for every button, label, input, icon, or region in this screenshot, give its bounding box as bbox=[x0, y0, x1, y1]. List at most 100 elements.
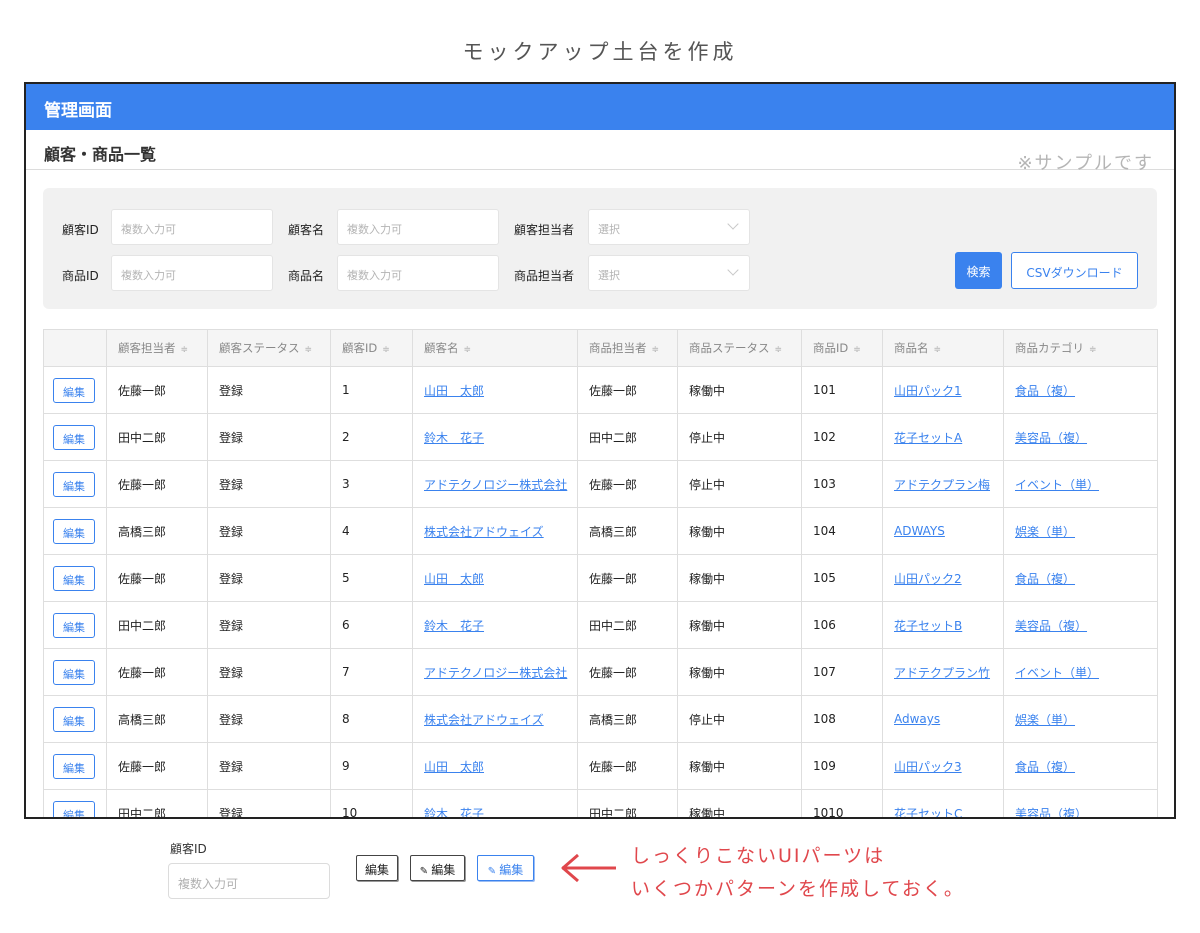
table-cell[interactable]: 山田 太郎 bbox=[412, 742, 578, 790]
cell-link[interactable]: 山田パック1 bbox=[894, 384, 962, 398]
sort-icon[interactable]: ≑ bbox=[652, 345, 660, 355]
cell-link[interactable]: 鈴木 花子 bbox=[424, 807, 484, 818]
table-cell[interactable]: 花子セットC bbox=[882, 789, 1004, 818]
customer-owner-select[interactable]: 選択 bbox=[588, 209, 750, 245]
table-cell[interactable]: 花子セットA bbox=[882, 413, 1004, 461]
column-header[interactable]: 顧客ステータス ≑ bbox=[207, 329, 331, 367]
table-cell[interactable]: 山田パック2 bbox=[882, 554, 1004, 602]
table-cell[interactable]: 山田パック1 bbox=[882, 366, 1004, 414]
sort-icon[interactable]: ≑ bbox=[853, 345, 861, 355]
table-cell[interactable]: イベント（単） bbox=[1003, 460, 1158, 508]
cell-link[interactable]: 山田パック3 bbox=[894, 760, 962, 774]
table-cell[interactable]: イベント（単） bbox=[1003, 648, 1158, 696]
cell-link[interactable]: 鈴木 花子 bbox=[424, 431, 484, 445]
column-header[interactable]: 商品カテゴリ ≑ bbox=[1003, 329, 1158, 367]
column-header[interactable]: 顧客ID ≑ bbox=[330, 329, 413, 367]
edit-button[interactable]: 編集 bbox=[53, 518, 95, 544]
cell-link[interactable]: アドテクプラン梅 bbox=[894, 478, 990, 492]
cell-link[interactable]: アドテクノロジー株式会社 bbox=[424, 666, 567, 680]
column-header[interactable]: 商品担当者 ≑ bbox=[577, 329, 678, 367]
cell-link[interactable]: 美容品（複） bbox=[1015, 619, 1087, 633]
cell-link[interactable]: アドテクノロジー株式会社 bbox=[424, 478, 567, 492]
cell-link[interactable]: 食品（複） bbox=[1015, 384, 1075, 398]
table-cell[interactable]: 山田 太郎 bbox=[412, 554, 578, 602]
edit-button[interactable]: 編集 bbox=[53, 753, 95, 779]
table-cell[interactable]: 食品（複） bbox=[1003, 554, 1158, 602]
customer-id-input[interactable]: 複数入力可 bbox=[111, 209, 273, 245]
sort-icon[interactable]: ≑ bbox=[775, 345, 783, 355]
product-id-input[interactable]: 複数入力可 bbox=[111, 255, 273, 291]
table-cell[interactable]: Adways bbox=[882, 695, 1004, 743]
product-owner-select[interactable]: 選択 bbox=[588, 255, 750, 291]
table-cell[interactable]: 鈴木 花子 bbox=[412, 601, 578, 649]
cell-link[interactable]: 美容品（複） bbox=[1015, 431, 1087, 445]
cell-link[interactable]: 食品（複） bbox=[1015, 572, 1075, 586]
column-header[interactable]: 顧客名 ≑ bbox=[412, 329, 578, 367]
cell-link[interactable]: 株式会社アドウェイズ bbox=[424, 713, 544, 727]
product-name-input[interactable]: 複数入力可 bbox=[337, 255, 499, 291]
sort-icon[interactable]: ≑ bbox=[934, 345, 942, 355]
edit-button[interactable]: 編集 bbox=[53, 659, 95, 685]
edit-button[interactable]: 編集 bbox=[53, 706, 95, 732]
cell-link[interactable]: アドテクプラン竹 bbox=[894, 666, 990, 680]
table-cell[interactable]: 食品（複） bbox=[1003, 366, 1158, 414]
table-cell[interactable]: アドテクプラン梅 bbox=[882, 460, 1004, 508]
sort-icon[interactable]: ≑ bbox=[464, 345, 472, 355]
sort-icon[interactable]: ≑ bbox=[181, 345, 189, 355]
edit-button[interactable]: 編集 bbox=[53, 612, 95, 638]
cell-link[interactable]: 食品（複） bbox=[1015, 760, 1075, 774]
table-cell[interactable]: 娯楽（単） bbox=[1003, 507, 1158, 555]
cell-link[interactable]: イベント（単） bbox=[1015, 478, 1099, 492]
cell-link[interactable]: イベント（単） bbox=[1015, 666, 1099, 680]
edit-button[interactable]: 編集 bbox=[53, 471, 95, 497]
cell-link[interactable]: 花子セットC bbox=[894, 807, 962, 818]
table-cell[interactable]: 食品（複） bbox=[1003, 742, 1158, 790]
sort-icon[interactable]: ≑ bbox=[305, 345, 313, 355]
cell-link[interactable]: ADWAYS bbox=[894, 524, 945, 538]
edit-button[interactable]: 編集 bbox=[53, 800, 95, 817]
customer-name-input[interactable]: 複数入力可 bbox=[337, 209, 499, 245]
table-cell[interactable]: 山田パック3 bbox=[882, 742, 1004, 790]
table-cell[interactable]: アドテクノロジー株式会社 bbox=[412, 648, 578, 696]
column-header[interactable]: 顧客担当者 ≑ bbox=[106, 329, 208, 367]
cell-link[interactable]: 花子セットB bbox=[894, 619, 962, 633]
cell-link[interactable]: 山田 太郎 bbox=[424, 384, 484, 398]
column-header[interactable]: 商品ID ≑ bbox=[801, 329, 883, 367]
cell-link[interactable]: 山田パック2 bbox=[894, 572, 962, 586]
table-cell[interactable]: 美容品（複） bbox=[1003, 789, 1158, 818]
table-cell[interactable]: 株式会社アドウェイズ bbox=[412, 507, 578, 555]
cell-link[interactable]: 娯楽（単） bbox=[1015, 713, 1075, 727]
cell-link[interactable]: Adways bbox=[894, 712, 940, 726]
table-cell[interactable]: 美容品（複） bbox=[1003, 601, 1158, 649]
table-cell[interactable]: 美容品（複） bbox=[1003, 413, 1158, 461]
table-cell[interactable]: 娯楽（単） bbox=[1003, 695, 1158, 743]
edit-button-variant-blue[interactable]: ✎ 編集 bbox=[477, 855, 534, 881]
table-cell[interactable]: アドテクプラン竹 bbox=[882, 648, 1004, 696]
cell-link[interactable]: 美容品（複） bbox=[1015, 807, 1087, 818]
cell-link[interactable]: 山田 太郎 bbox=[424, 760, 484, 774]
table-cell[interactable]: ADWAYS bbox=[882, 507, 1004, 555]
cell-link[interactable]: 娯楽（単） bbox=[1015, 525, 1075, 539]
csv-download-button[interactable]: CSVダウンロード bbox=[1011, 252, 1138, 289]
cell-link[interactable]: 株式会社アドウェイズ bbox=[424, 525, 544, 539]
table-cell[interactable]: 鈴木 花子 bbox=[412, 789, 578, 818]
edit-button-variant-plain[interactable]: 編集 bbox=[356, 855, 398, 881]
sample-field-input[interactable]: 複数入力可 bbox=[168, 863, 330, 899]
table-cell[interactable]: アドテクノロジー株式会社 bbox=[412, 460, 578, 508]
edit-button[interactable]: 編集 bbox=[53, 424, 95, 450]
sort-icon[interactable]: ≑ bbox=[1089, 345, 1097, 355]
cell-link[interactable]: 鈴木 花子 bbox=[424, 619, 484, 633]
table-cell[interactable]: 山田 太郎 bbox=[412, 366, 578, 414]
column-header[interactable]: 商品ステータス ≑ bbox=[677, 329, 802, 367]
cell-link[interactable]: 山田 太郎 bbox=[424, 572, 484, 586]
edit-button[interactable]: 編集 bbox=[53, 565, 95, 591]
edit-button-variant-pencil[interactable]: ✎ 編集 bbox=[410, 855, 465, 881]
sort-icon[interactable]: ≑ bbox=[382, 345, 390, 355]
cell-link[interactable]: 花子セットA bbox=[894, 431, 962, 445]
table-cell[interactable]: 花子セットB bbox=[882, 601, 1004, 649]
column-header[interactable]: 商品名 ≑ bbox=[882, 329, 1004, 367]
edit-button[interactable]: 編集 bbox=[53, 377, 95, 403]
search-button[interactable]: 検索 bbox=[955, 252, 1002, 289]
table-cell[interactable]: 鈴木 花子 bbox=[412, 413, 578, 461]
table-cell[interactable]: 株式会社アドウェイズ bbox=[412, 695, 578, 743]
